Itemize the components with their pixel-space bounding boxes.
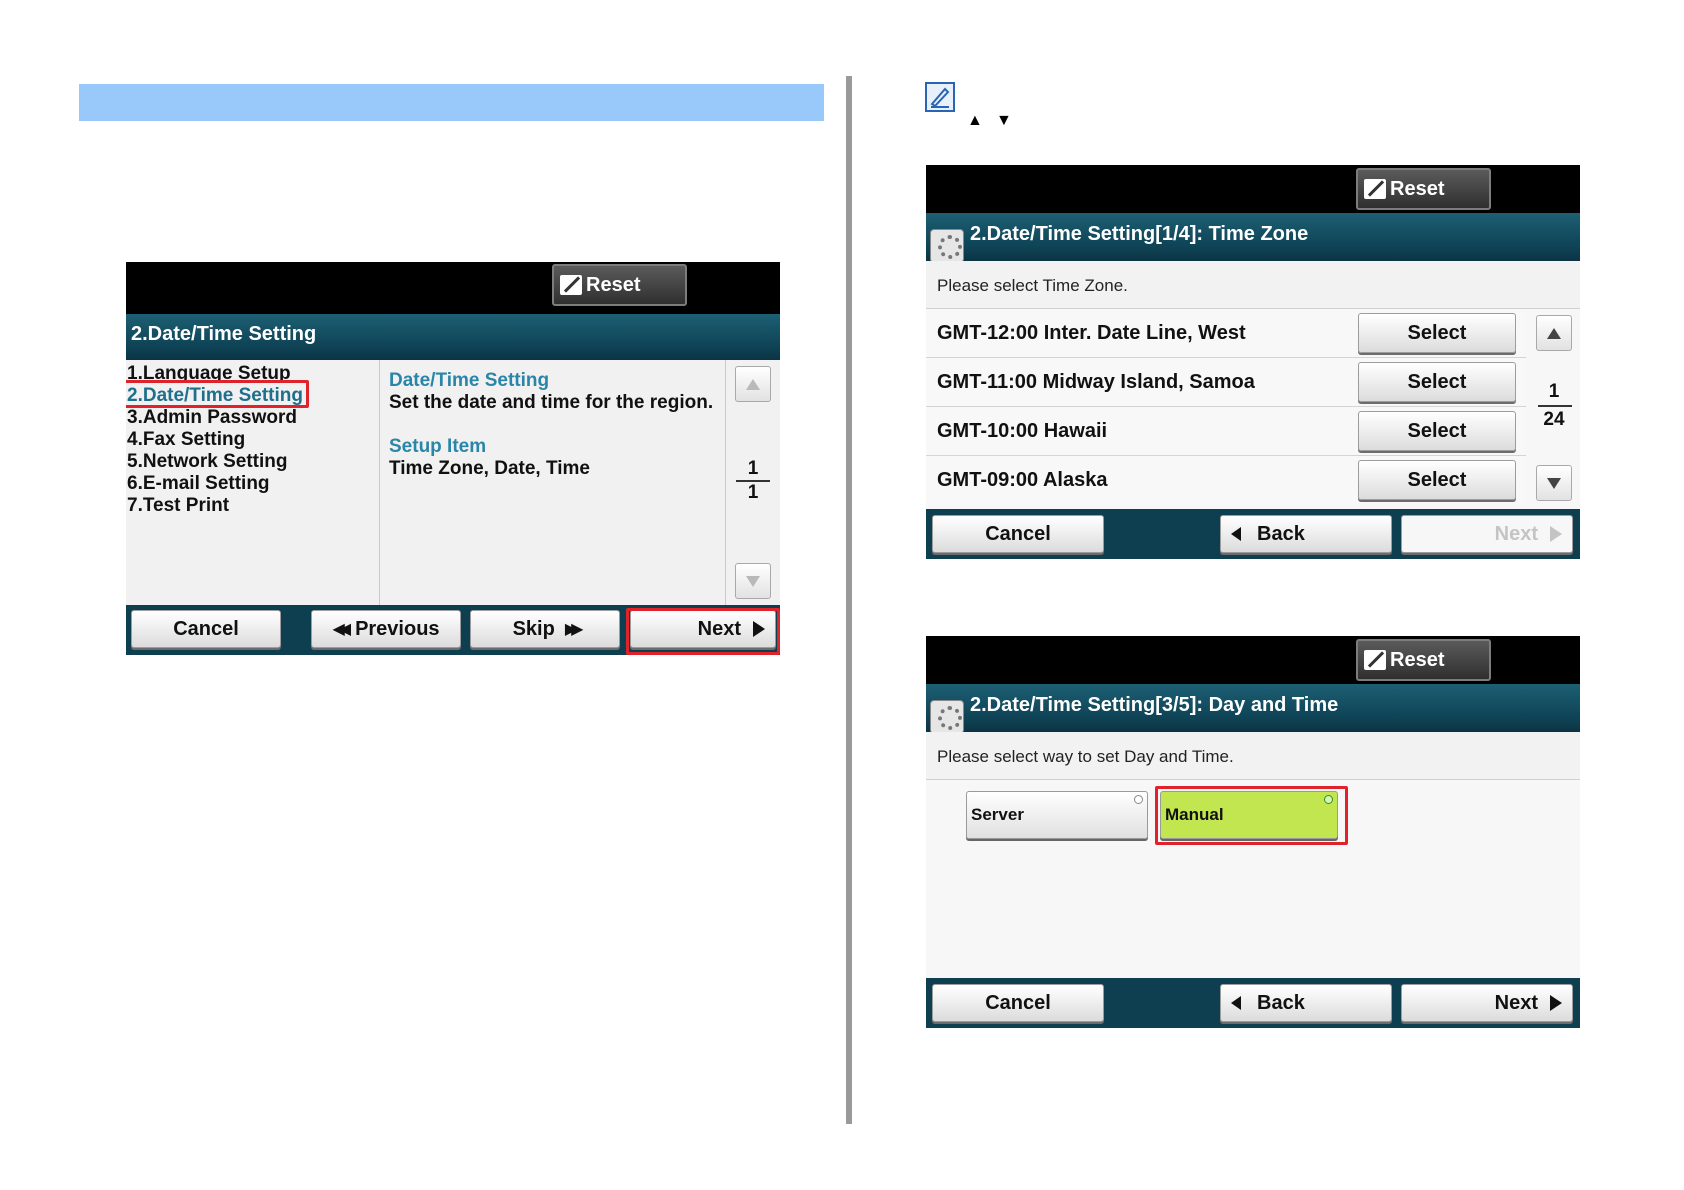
reset-icon (560, 275, 582, 295)
description-text: Set the date and time for the region. (389, 392, 714, 413)
bottom-bar: Cancel Back Next (926, 978, 1580, 1028)
top-bar: Reset (926, 165, 1580, 213)
cancel-button[interactable]: Cancel (932, 984, 1104, 1022)
top-bar: Reset (926, 636, 1580, 684)
instruction-text: Please select way to set Day and Time. (926, 732, 1580, 780)
reset-button[interactable]: Reset (1356, 639, 1491, 681)
down-arrow-icon: ▼ (996, 112, 1012, 129)
scroll-column: 1 1 (725, 360, 780, 605)
up-arrow-icon (746, 378, 760, 390)
menu-item-admin-password[interactable]: 3.Admin Password (126, 407, 379, 429)
page-total: 1 (747, 482, 759, 503)
previous-button[interactable]: ◀◀ Previous (311, 610, 461, 648)
setup-item-heading: Setup Item (389, 436, 487, 457)
page-current: 1 (747, 458, 759, 479)
cancel-button[interactable]: Cancel (932, 515, 1104, 553)
section-header-band (79, 84, 824, 121)
next-button[interactable]: Next (1401, 984, 1573, 1022)
back-arrow-icon (1231, 996, 1241, 1010)
list-item: GMT-10:00 Hawaii Select (926, 407, 1526, 456)
back-button[interactable]: Back (1220, 515, 1392, 553)
reset-icon (1364, 179, 1386, 199)
description-area: Date/Time Setting Set the date and time … (389, 370, 713, 480)
server-option-button[interactable]: Server (966, 791, 1148, 839)
description-heading: Date/Time Setting (389, 370, 550, 391)
menu-item-fax-setting[interactable]: 4.Fax Setting (126, 429, 379, 451)
instruction-text: Please select Time Zone. (926, 261, 1580, 309)
scroll-down-button[interactable] (735, 563, 771, 599)
select-button[interactable]: Select (1358, 411, 1516, 451)
panel-day-and-time: Reset 2.Date/Time Setting[3/5]: Day and … (926, 636, 1580, 1028)
scroll-down-button[interactable] (1536, 465, 1572, 501)
menu-item-test-print[interactable]: 7.Test Print (126, 495, 379, 517)
reset-button[interactable]: Reset (552, 264, 687, 306)
top-bar: Reset (126, 262, 780, 314)
menu-item-email-setting[interactable]: 6.E-mail Setting (126, 473, 379, 495)
skip-button[interactable]: Skip ▶▶ (470, 610, 620, 648)
select-button[interactable]: Select (1358, 460, 1516, 500)
time-zone-label: GMT-12:00 Inter. Date Line, West (937, 322, 1246, 344)
up-arrow-icon: ▲ (967, 112, 983, 129)
scroll-up-button[interactable] (1536, 315, 1572, 351)
highlight-frame (1155, 786, 1348, 845)
list-item: GMT-12:00 Inter. Date Line, West Select (926, 309, 1526, 358)
down-arrow-icon (746, 575, 760, 587)
page-divider (1538, 405, 1572, 407)
setup-item-text: Time Zone, Date, Time (389, 458, 590, 479)
page-current: 1 (1548, 381, 1560, 402)
reset-button[interactable]: Reset (1356, 168, 1491, 210)
panel-time-zone: Reset 2.Date/Time Setting[1/4]: Time Zon… (926, 165, 1580, 559)
highlight-frame (126, 380, 309, 408)
back-arrow-icon (1231, 527, 1241, 541)
time-zone-label: GMT-10:00 Hawaii (937, 420, 1108, 442)
next-arrow-icon (1550, 526, 1562, 542)
rewind-icon: ◀◀ (332, 621, 350, 638)
settings-gear-icon (930, 700, 964, 734)
down-arrow-icon (1547, 477, 1561, 489)
list-item: GMT-11:00 Midway Island, Samoa Select (926, 358, 1526, 407)
select-button[interactable]: Select (1358, 362, 1516, 402)
select-button[interactable]: Select (1358, 313, 1516, 353)
time-zone-label: GMT-11:00 Midway Island, Samoa (937, 371, 1255, 393)
panel-date-time-setting: Reset 2.Date/Time Setting 1.Language Set… (126, 262, 780, 655)
scroll-up-button[interactable] (735, 366, 771, 402)
time-zone-label: GMT-09:00 Alaska (937, 469, 1108, 491)
next-button[interactable]: Next (1401, 515, 1573, 553)
next-arrow-icon (1550, 995, 1562, 1011)
highlight-frame (626, 608, 780, 655)
scroll-column: 1 24 (1528, 309, 1580, 509)
fast-forward-icon: ▶▶ (564, 621, 583, 638)
reset-icon (1364, 650, 1386, 670)
menu-item-network-setting[interactable]: 5.Network Setting (126, 451, 379, 473)
back-button[interactable]: Back (1220, 984, 1392, 1022)
page-total: 24 (1543, 409, 1565, 430)
cancel-button[interactable]: Cancel (131, 610, 281, 648)
list-item: GMT-09:00 Alaska Select (926, 456, 1526, 505)
page-title: 2.Date/Time Setting (126, 314, 780, 360)
bottom-bar: Cancel Back Next (926, 509, 1580, 559)
memo-pen-icon (925, 82, 955, 112)
radio-indicator (1134, 795, 1143, 804)
settings-gear-icon (930, 229, 964, 263)
column-divider (846, 76, 852, 1124)
page-title: 2.Date/Time Setting[3/5]: Day and Time (926, 684, 1580, 734)
up-arrow-icon (1547, 327, 1561, 339)
page-title: 2.Date/Time Setting[1/4]: Time Zone (926, 213, 1580, 263)
